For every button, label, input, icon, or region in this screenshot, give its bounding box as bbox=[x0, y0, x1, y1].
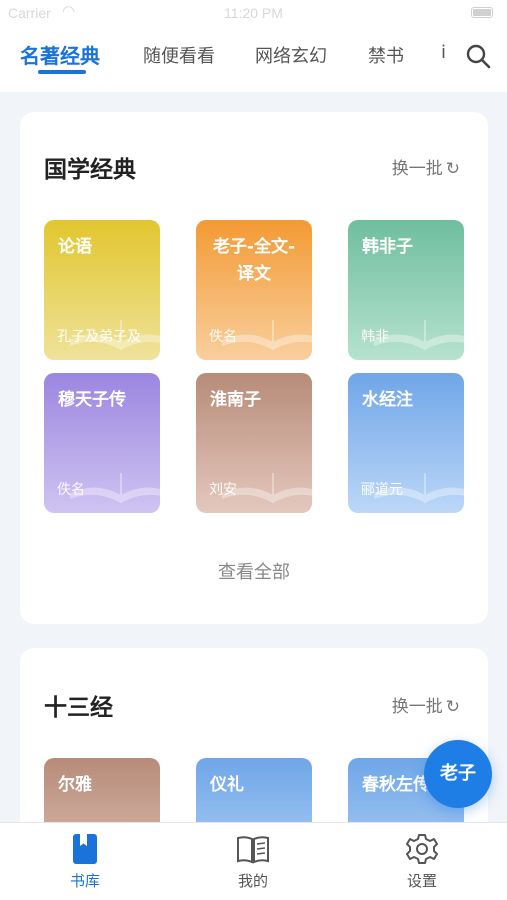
book-author: 韩非 bbox=[361, 329, 389, 345]
book-title: 论语 bbox=[58, 237, 92, 257]
bottom-tab-label: 书库 bbox=[69, 872, 100, 890]
book-author: 郦道元 bbox=[361, 482, 403, 498]
book-card[interactable]: 韩非子 韩非 bbox=[348, 220, 464, 360]
book-card[interactable]: 老子-全文-译文 佚名 bbox=[196, 220, 312, 360]
refresh-icon: ↻ bbox=[445, 697, 460, 717]
bottom-tab-label: 我的 bbox=[237, 872, 268, 890]
book-title: 尔雅 bbox=[58, 775, 92, 795]
book-title: 水经注 bbox=[362, 390, 413, 410]
status-time: 11:20 PM bbox=[224, 5, 283, 21]
active-tab-indicator bbox=[38, 70, 86, 74]
book-author: 佚名 bbox=[209, 329, 237, 345]
open-book-icon bbox=[237, 836, 269, 864]
book-author: 孔子及弟子及 bbox=[57, 329, 141, 345]
book-title: 老子-全文-译文 bbox=[212, 237, 296, 284]
bottom-tab-shezhi[interactable]: 设置 bbox=[382, 833, 462, 891]
tab-more[interactable]: i bbox=[441, 42, 446, 63]
search-icon[interactable] bbox=[464, 42, 492, 70]
refresh-batch-button[interactable]: 换一批 ↻ bbox=[392, 154, 460, 179]
book-card[interactable]: 论语 孔子及弟子及 bbox=[44, 220, 160, 360]
tab-wangluo-xuanhuan[interactable]: 网络玄幻 bbox=[255, 42, 327, 68]
bottom-tab-bar: 书库 我的 设置 bbox=[0, 822, 507, 900]
section-title: 十三经 bbox=[44, 695, 113, 721]
tab-suibian-kankan[interactable]: 随便看看 bbox=[143, 42, 215, 68]
book-card[interactable]: 穆天子传 佚名 bbox=[44, 373, 160, 513]
book-author: 佚名 bbox=[57, 482, 85, 498]
book-title: 韩非子 bbox=[362, 237, 413, 257]
section-title: 国学经典 bbox=[44, 157, 136, 183]
refresh-icon: ↻ bbox=[445, 159, 460, 179]
book-author: 刘安 bbox=[209, 482, 237, 498]
book-title: 穆天子传 bbox=[58, 390, 126, 410]
book-title: 仪礼 bbox=[210, 775, 244, 795]
bottom-tab-wode[interactable]: 我的 bbox=[213, 833, 293, 891]
current-book-fab[interactable]: 老子 bbox=[424, 740, 492, 808]
bottom-tab-label: 设置 bbox=[406, 872, 437, 890]
view-all-button[interactable]: 查看全部 bbox=[20, 558, 488, 584]
section-card-guoxue: 国学经典 换一批 ↻ 论语 孔子及弟子及 老子-全文-译文 佚名 韩非子 韩非 穆… bbox=[20, 112, 488, 624]
bottom-tab-shuku[interactable]: 书库 bbox=[45, 833, 125, 891]
refresh-label: 换一批 bbox=[391, 697, 443, 717]
tab-mingzhu-jingdian[interactable]: 名著经典 bbox=[20, 40, 100, 69]
top-tab-bar: 名著经典 随便看看 网络玄幻 禁书 i bbox=[0, 26, 507, 92]
gear-icon bbox=[406, 834, 438, 864]
refresh-batch-button[interactable]: 换一批 ↻ bbox=[392, 692, 460, 717]
bookmark-book-icon bbox=[73, 834, 97, 864]
book-title: 淮南子 bbox=[210, 390, 261, 410]
refresh-label: 换一批 bbox=[391, 159, 443, 179]
book-card[interactable]: 淮南子 刘安 bbox=[196, 373, 312, 513]
book-card[interactable]: 水经注 郦道元 bbox=[348, 373, 464, 513]
tab-jinshu[interactable]: 禁书 bbox=[368, 42, 404, 68]
status-bar: Carrier ◠ 11:20 PM bbox=[0, 0, 507, 26]
battery-icon bbox=[471, 7, 493, 18]
